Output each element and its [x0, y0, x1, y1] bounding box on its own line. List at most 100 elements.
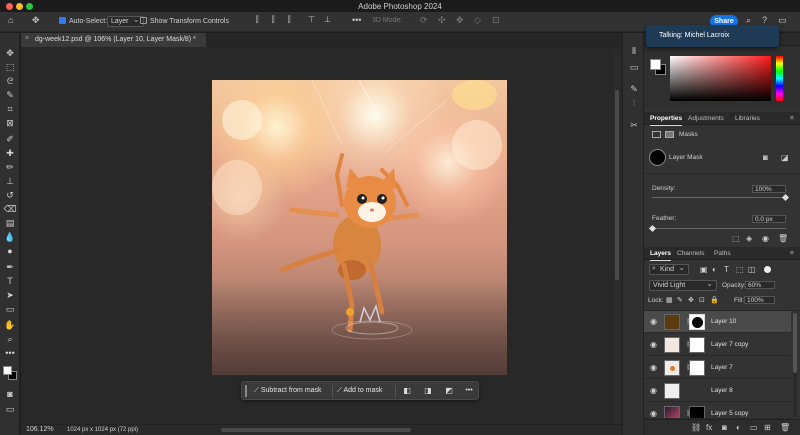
document-image[interactable] [212, 80, 507, 375]
layers-scrollbar[interactable] [793, 313, 797, 417]
zoom-icon[interactable]: ⌕ [3, 333, 17, 345]
add-to-mask-button[interactable]: ⟋ Add to mask [337, 385, 382, 397]
quick-mask-icon[interactable]: ◙ [3, 388, 17, 400]
hue-slider[interactable] [776, 56, 783, 101]
subtract-from-mask-button[interactable]: ⟋ Subtract from mask [254, 385, 322, 397]
align-middle-icon[interactable]: ⊥ [324, 15, 331, 24]
home-icon[interactable]: ⌂ [8, 15, 13, 25]
frame-icon[interactable]: ⊠ [3, 117, 17, 129]
filter-kind-dropdown[interactable]: ⌕ Kind [649, 263, 690, 275]
tab-adjustments[interactable]: Adjustments [688, 115, 724, 122]
pixel-mask-icon[interactable] [652, 131, 661, 138]
healing-brush-icon[interactable]: ✚ [3, 147, 17, 159]
select-mask-icon[interactable]: ◙ [763, 153, 768, 162]
eye-icon[interactable]: ◉ [650, 409, 657, 418]
layer-thumbnail[interactable] [664, 360, 680, 376]
mask-options-icon[interactable]: ◨ [422, 385, 434, 397]
eye-icon[interactable]: ◉ [650, 363, 657, 372]
marquee-icon[interactable]: ⬚ [3, 61, 17, 73]
density-input[interactable]: 100% [752, 185, 786, 193]
lasso-icon[interactable]: ᘓ [3, 75, 17, 87]
add-mask-icon[interactable]: ◙ [722, 423, 727, 432]
filter-smart-icon[interactable]: ◫ [748, 265, 756, 274]
adjust-panel-icon[interactable]: ⫶ [628, 97, 640, 109]
layer-thumbnail[interactable] [664, 337, 680, 353]
filter-shape-icon[interactable]: ⬚ [736, 265, 744, 274]
align-top-icon[interactable]: ⊤ [308, 15, 315, 24]
layer-row[interactable]: ◉ ⛓ Layer 5 copy [644, 403, 791, 419]
screen-mode-icon[interactable]: ▭ [3, 403, 17, 415]
workspace-icon[interactable]: ▭ [778, 15, 787, 26]
more-tools-icon[interactable]: ••• [3, 347, 17, 359]
layer-thumbnail[interactable] [664, 406, 680, 418]
layer-row[interactable]: ◉ Layer 8 [644, 380, 791, 402]
brush-settings-icon[interactable]: ✎ [628, 83, 640, 95]
opacity-input[interactable]: 60% [745, 281, 775, 289]
layer-thumbnail[interactable] [664, 314, 680, 330]
layer-name[interactable]: Layer 5 copy [711, 410, 748, 417]
align-center-icon[interactable]: ⫿ [272, 15, 275, 25]
tab-properties[interactable]: Properties [650, 115, 683, 126]
layer-row[interactable]: ◉ ⛓ Layer 7 [644, 357, 791, 379]
layer-mask-thumbnail[interactable] [649, 149, 666, 166]
rectangle-icon[interactable]: ▭ [3, 303, 17, 315]
lock-position-icon[interactable]: ✥ [688, 296, 694, 304]
eye-icon[interactable]: ◉ [650, 340, 657, 349]
eye-icon[interactable]: ◉ [650, 386, 657, 395]
eye-icon[interactable]: ◉ [650, 317, 657, 326]
feather-slider[interactable] [652, 228, 786, 229]
foreground-swatch[interactable] [650, 59, 661, 70]
align-left-icon[interactable]: ⫿ [256, 15, 259, 25]
history-panel-icon[interactable]: ⫴ [628, 45, 640, 57]
density-slider[interactable] [652, 197, 786, 198]
close-tab-icon[interactable]: × [25, 35, 29, 42]
drag-handle[interactable] [245, 385, 247, 397]
eraser-icon[interactable]: ⌫ [3, 203, 17, 215]
mask-thumbnail[interactable] [689, 337, 705, 353]
tab-libraries[interactable]: Libraries [735, 115, 760, 122]
adjustment-layer-icon[interactable]: ◐ [736, 423, 741, 432]
comments-panel-icon[interactable]: ▭ [628, 61, 640, 73]
history-brush-icon[interactable]: ↺ [3, 189, 17, 201]
link-layers-icon[interactable]: ⛓ [691, 423, 701, 432]
foreground-color-swatch[interactable] [3, 366, 12, 375]
lock-artboard-icon[interactable]: ⊡ [699, 296, 705, 304]
filter-toggle-icon[interactable] [764, 266, 771, 273]
filter-type-icon[interactable]: T [724, 265, 729, 274]
zoom-level[interactable]: 106.12% [26, 426, 54, 433]
layer-name[interactable]: Layer 10 [711, 318, 736, 325]
fx-icon[interactable]: fx [706, 423, 712, 432]
mask-thumbnail[interactable] [689, 314, 705, 330]
load-selection-icon[interactable]: ⬚ [732, 234, 740, 243]
lock-transparent-icon[interactable]: ▦ [666, 296, 673, 304]
scrollbar-thumb[interactable] [793, 313, 797, 373]
density-slider-knob[interactable] [781, 193, 790, 202]
crop-icon[interactable]: ⌗ [3, 103, 17, 115]
tool-presets-icon[interactable]: ✂ [628, 119, 640, 131]
horizontal-scrollbar[interactable] [221, 428, 411, 432]
layer-thumbnail[interactable] [664, 383, 680, 399]
visibility-icon[interactable]: ◉ [762, 234, 769, 243]
hand-icon[interactable]: ✋ [3, 319, 17, 331]
more-options-icon[interactable]: ••• [352, 15, 361, 25]
document-tab[interactable]: × dg-week12.psd @ 106% (Layer 10, Layer … [21, 33, 206, 47]
show-transform-checkbox[interactable]: Show Transform Controls [140, 17, 229, 25]
tab-layers[interactable]: Layers [650, 250, 671, 261]
tab-paths[interactable]: Paths [714, 250, 731, 257]
mask-thumbnail[interactable] [689, 360, 705, 376]
mask-thumbnail[interactable] [689, 406, 705, 418]
brush-icon[interactable]: ✏ [3, 161, 17, 173]
layers-panel-menu-icon[interactable]: ≡ [790, 250, 794, 257]
more-options-button[interactable]: ••• [463, 385, 475, 397]
feather-input[interactable]: 0.0 px [752, 215, 786, 223]
dodge-icon[interactable]: ● [3, 245, 17, 257]
move-tool-icon[interactable]: ✥ [32, 15, 40, 26]
vector-mask-add-icon[interactable]: ◪ [781, 153, 789, 162]
apply-mask-icon[interactable]: ◈ [746, 234, 752, 243]
move-icon[interactable]: ✥ [3, 47, 17, 59]
layer-row[interactable]: ◉ ⛓ Layer 7 copy [644, 334, 791, 356]
align-right-icon[interactable]: ⫿ [288, 15, 291, 25]
gradient-icon[interactable]: ▤ [3, 217, 17, 229]
help-icon[interactable]: ? [762, 15, 767, 25]
tab-channels[interactable]: Channels [677, 250, 704, 257]
